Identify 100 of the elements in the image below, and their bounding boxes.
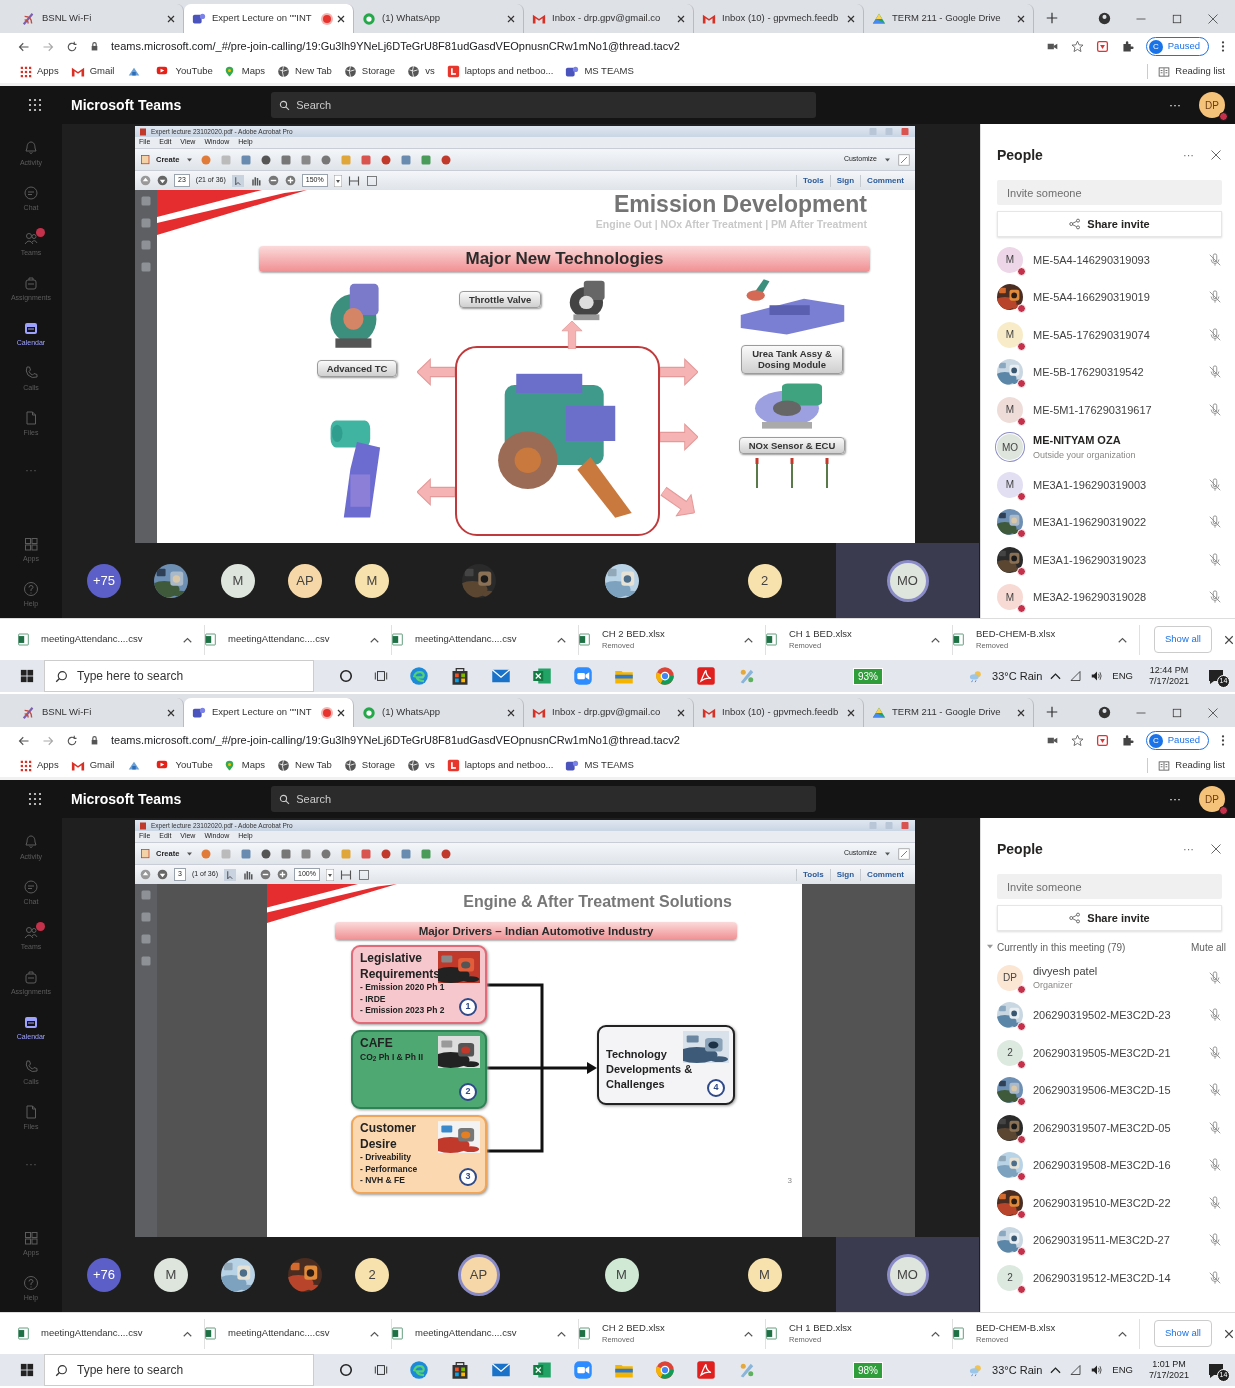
back-icon[interactable] bbox=[18, 734, 30, 747]
participant-count[interactable]: +75 bbox=[87, 563, 121, 598]
bookmark[interactable]: MS TEAMS bbox=[565, 64, 634, 79]
more-button[interactable]: ··· bbox=[1169, 790, 1181, 808]
bookmark[interactable]: YouTube bbox=[154, 758, 213, 773]
bookmark[interactable]: MS TEAMS bbox=[565, 758, 634, 773]
toolbar-icon[interactable] bbox=[320, 847, 333, 860]
browser-icon[interactable] bbox=[655, 1360, 675, 1380]
address-bar[interactable]: teams.microsoft.com/_#/pre-join-calling/19:Gu3lh9YNeLj6DTeGrU8F81udGasdVEOpnusnCRw1mNo1@thread.tacv2 bbox=[111, 38, 1034, 55]
video-camera-icon[interactable] bbox=[573, 1360, 593, 1380]
profile-avatar[interactable]: DP bbox=[1199, 786, 1225, 812]
apps-grid-icon[interactable] bbox=[20, 759, 32, 772]
caret-icon[interactable] bbox=[333, 174, 342, 187]
extension-icon[interactable] bbox=[1095, 734, 1109, 747]
toolbar-icon[interactable] bbox=[420, 847, 433, 860]
caret-icon[interactable] bbox=[931, 1330, 940, 1337]
avatar[interactable]: M bbox=[221, 563, 255, 598]
caret-icon[interactable] bbox=[325, 868, 334, 881]
network-icon[interactable] bbox=[1069, 1364, 1083, 1376]
caret-icon[interactable] bbox=[1118, 636, 1127, 643]
lock-icon[interactable] bbox=[90, 735, 99, 746]
profile-button[interactable]: C Paused bbox=[1145, 731, 1209, 750]
avatar[interactable]: AP bbox=[288, 563, 322, 598]
account-icon[interactable] bbox=[1098, 12, 1111, 25]
bookmark[interactable]: Gmail bbox=[70, 758, 115, 773]
toolbar-icon[interactable] bbox=[440, 847, 453, 860]
star-icon[interactable] bbox=[1070, 40, 1084, 53]
task-view-icon[interactable] bbox=[374, 669, 388, 683]
more-button[interactable]: ··· bbox=[1183, 146, 1194, 164]
toolbar-icon[interactable] bbox=[420, 153, 433, 166]
zoom-out-icon[interactable] bbox=[267, 175, 279, 186]
pdf-icon[interactable] bbox=[696, 666, 716, 686]
shopping-bag-icon[interactable] bbox=[450, 1360, 470, 1380]
chat-bubble-icon[interactable] bbox=[362, 11, 376, 26]
lock-icon[interactable] bbox=[90, 41, 99, 52]
pane-button[interactable]: Tools bbox=[796, 174, 830, 187]
fit-page-icon[interactable] bbox=[347, 174, 360, 187]
download-item[interactable]: meetingAttendanc....csv bbox=[205, 624, 392, 655]
chevron-up-icon[interactable] bbox=[1050, 1366, 1062, 1374]
toolbar-icon[interactable] bbox=[360, 847, 373, 860]
toolbar-icon[interactable] bbox=[380, 153, 393, 166]
show-all-button[interactable]: Show all bbox=[1154, 1320, 1212, 1347]
bookmark[interactable]: Maps bbox=[224, 758, 266, 773]
menu-icon[interactable] bbox=[1221, 734, 1225, 747]
caret-icon[interactable] bbox=[187, 157, 193, 162]
toolbar-icon[interactable] bbox=[400, 153, 413, 166]
puzzle-icon[interactable] bbox=[1120, 734, 1134, 747]
more-button[interactable]: ··· bbox=[1183, 840, 1194, 858]
mic-off-icon[interactable] bbox=[1208, 970, 1222, 985]
mic-off-icon[interactable] bbox=[1208, 1083, 1222, 1098]
toolbar-icon[interactable] bbox=[260, 153, 273, 166]
apps-grid-icon[interactable] bbox=[20, 65, 32, 78]
spreadsheet-icon[interactable] bbox=[532, 1360, 552, 1380]
participant-count[interactable]: +76 bbox=[87, 1257, 121, 1292]
toolbar-icon[interactable] bbox=[300, 847, 313, 860]
toolbar-icon[interactable] bbox=[280, 847, 293, 860]
clock[interactable]: 1:01 PM 7/17/2021 bbox=[1148, 1358, 1189, 1382]
pdf-icon[interactable] bbox=[696, 1360, 716, 1380]
bookmark[interactable]: Gmail bbox=[70, 64, 115, 79]
language-indicator[interactable]: ENG bbox=[1112, 668, 1133, 684]
caret-icon[interactable] bbox=[187, 851, 193, 856]
search-field[interactable]: Search bbox=[271, 92, 817, 118]
mic-off-icon[interactable] bbox=[1208, 1195, 1222, 1210]
globe-icon[interactable] bbox=[343, 65, 357, 78]
chevron-up-icon[interactable] bbox=[1050, 672, 1062, 680]
mic-off-icon[interactable] bbox=[1208, 290, 1222, 305]
previous-page-icon[interactable] bbox=[140, 869, 151, 880]
edge-icon[interactable] bbox=[409, 666, 429, 686]
extension-icon[interactable] bbox=[1095, 40, 1109, 53]
maximize-icon[interactable] bbox=[1171, 12, 1183, 25]
profile-avatar[interactable]: DP bbox=[1199, 92, 1225, 118]
next-page-icon[interactable] bbox=[157, 869, 168, 880]
bookmark[interactable]: Apps bbox=[20, 758, 59, 773]
app-grid-icon[interactable] bbox=[27, 791, 43, 807]
avatar[interactable]: 2 bbox=[747, 563, 782, 598]
select-tool-icon[interactable] bbox=[224, 868, 236, 881]
spreadsheet-icon[interactable] bbox=[532, 666, 552, 686]
search-input[interactable]: Type here to search bbox=[77, 1355, 313, 1385]
square-logo-icon[interactable] bbox=[565, 758, 580, 773]
share-invite-button[interactable]: Share invite bbox=[997, 905, 1222, 931]
previous-page-icon[interactable] bbox=[140, 175, 151, 186]
download-item[interactable]: meetingAttendanc....csv bbox=[392, 624, 579, 655]
bookmark[interactable]: New Tab bbox=[277, 64, 332, 79]
video-camera-icon[interactable] bbox=[573, 666, 593, 686]
app-grid-icon[interactable] bbox=[27, 97, 43, 113]
caret-icon[interactable] bbox=[557, 636, 566, 643]
mic-off-icon[interactable] bbox=[1208, 552, 1222, 567]
browser-icon[interactable] bbox=[655, 666, 675, 686]
new-tab-icon[interactable] bbox=[1046, 12, 1058, 24]
fit-width-icon[interactable] bbox=[365, 174, 378, 187]
language-indicator[interactable]: ENG bbox=[1112, 1362, 1133, 1378]
profile-button[interactable]: C Paused bbox=[1145, 37, 1209, 56]
pane-button[interactable]: Sign bbox=[829, 868, 861, 881]
reload-icon[interactable] bbox=[66, 734, 78, 747]
caret-icon[interactable] bbox=[370, 636, 379, 643]
address-bar[interactable]: teams.microsoft.com/_#/pre-join-calling/19:Gu3lh9YNeLj6DTeGrU8F81udGasdVEOpnusnCRw1mNo1@thread.tacv2 bbox=[111, 732, 1034, 749]
caret-icon[interactable] bbox=[370, 1330, 379, 1337]
pane-button[interactable]: Sign bbox=[829, 174, 861, 187]
toolbar-icon[interactable] bbox=[300, 153, 313, 166]
toolbar-icon[interactable] bbox=[320, 153, 333, 166]
